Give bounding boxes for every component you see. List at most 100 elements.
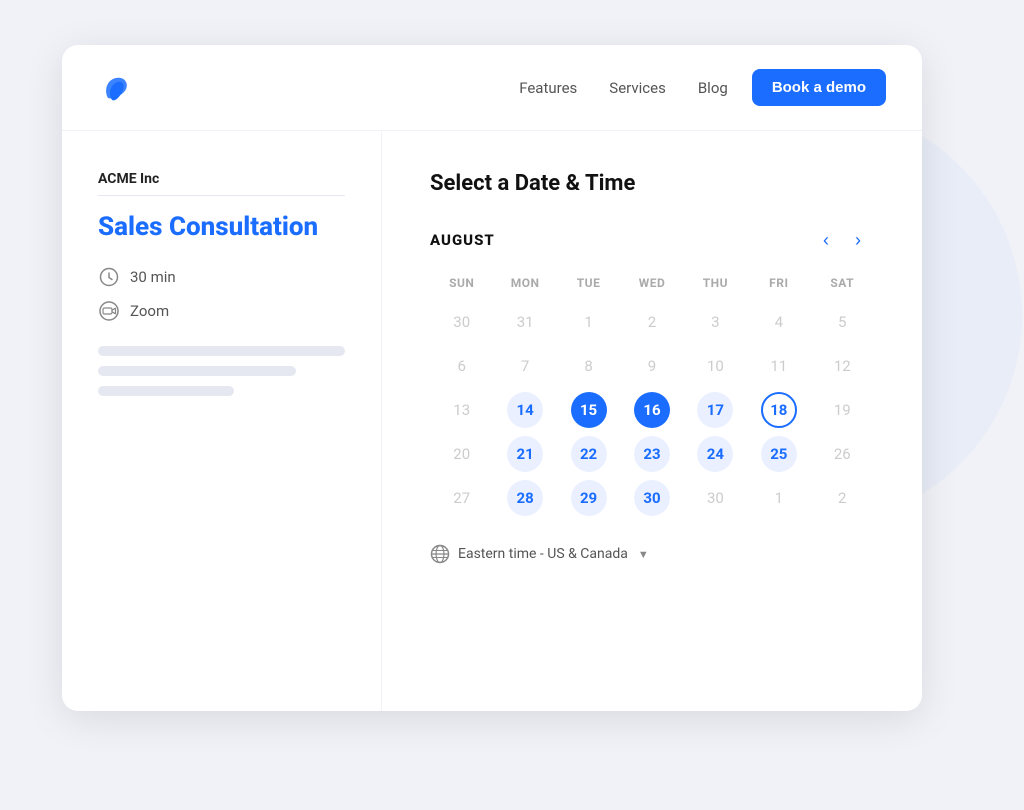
day-30-inactive: 30 — [697, 480, 733, 516]
day-4-inactive: 4 — [761, 304, 797, 340]
next-month-button[interactable]: › — [842, 224, 874, 256]
cal-header-thu: THU — [684, 276, 747, 300]
day-11-inactive: 11 — [761, 348, 797, 384]
day-8-inactive: 8 — [571, 348, 607, 384]
calendar-grid: SUNMONTUEWEDTHUFRISAT 303112345678910111… — [430, 276, 874, 520]
day-6-inactive: 6 — [444, 348, 480, 384]
logo — [98, 70, 134, 106]
cal-cell: 30 — [620, 476, 683, 520]
day-30-available[interactable]: 30 — [634, 480, 670, 516]
cal-cell: 29 — [557, 476, 620, 520]
day-15-selected-solid[interactable]: 15 — [571, 392, 607, 428]
day-24-available[interactable]: 24 — [697, 436, 733, 472]
cal-cell: 19 — [811, 388, 874, 432]
content-area: ACME Inc Sales Consultation 30 min — [62, 131, 922, 711]
platform-row: Zoom — [98, 300, 345, 322]
skeleton-line-1 — [98, 346, 345, 356]
day-12-inactive: 12 — [824, 348, 860, 384]
cal-cell: 1 — [557, 300, 620, 344]
cal-week-2: 13 14 15 16 17 18 19 — [430, 388, 874, 432]
cal-header-sun: SUN — [430, 276, 493, 300]
skeleton-line-3 — [98, 386, 234, 396]
skeleton-line-2 — [98, 366, 296, 376]
cal-cell: 24 — [684, 432, 747, 476]
clock-icon — [98, 266, 120, 288]
cal-header-tue: TUE — [557, 276, 620, 300]
cal-cell: 18 — [747, 388, 810, 432]
cal-cell: 27 — [430, 476, 493, 520]
cal-header-fri: FRI — [747, 276, 810, 300]
cal-cell: 26 — [811, 432, 874, 476]
calendar-header: AUGUST ‹ › — [430, 224, 874, 256]
nav-features[interactable]: Features — [519, 79, 577, 97]
cal-cell: 31 — [493, 300, 556, 344]
nav-services[interactable]: Services — [609, 79, 666, 97]
cal-week-1: 6789 10 11 12 — [430, 344, 874, 388]
cal-cell: 23 — [620, 432, 683, 476]
day-29-available[interactable]: 29 — [571, 480, 607, 516]
panel-title: Select a Date & Time — [430, 171, 874, 196]
cal-cell: 30 — [684, 476, 747, 520]
nav-links: Features Services Blog — [519, 79, 728, 97]
timezone-row[interactable]: Eastern time - US & Canada ▼ — [430, 544, 874, 564]
day-2-other-month: 2 — [824, 480, 860, 516]
cal-cell: 2 — [620, 300, 683, 344]
cal-cell: 2 — [811, 476, 874, 520]
right-panel: Select a Date & Time AUGUST ‹ › SUNMONTU… — [382, 131, 922, 711]
divider — [98, 195, 345, 196]
day-9-inactive: 9 — [634, 348, 670, 384]
cal-cell: 16 — [620, 388, 683, 432]
cal-cell: 17 — [684, 388, 747, 432]
day-17-available[interactable]: 17 — [697, 392, 733, 428]
cal-cell: 14 — [493, 388, 556, 432]
cal-cell: 9 — [620, 344, 683, 388]
cal-cell: 6 — [430, 344, 493, 388]
day-19-inactive: 19 — [824, 392, 860, 428]
day-1-other-month: 1 — [761, 480, 797, 516]
nav-blog[interactable]: Blog — [698, 79, 728, 97]
day-16-selected-solid[interactable]: 16 — [634, 392, 670, 428]
cal-week-0: 30 31 12345 — [430, 300, 874, 344]
cal-cell: 28 — [493, 476, 556, 520]
day-21-available[interactable]: 21 — [507, 436, 543, 472]
zoom-icon — [98, 300, 120, 322]
day-7-inactive: 7 — [507, 348, 543, 384]
cal-header-sat: SAT — [811, 276, 874, 300]
cal-week-3: 20 21 22 23 24 25 26 — [430, 432, 874, 476]
day-25-available[interactable]: 25 — [761, 436, 797, 472]
day-18-selected-outline[interactable]: 18 — [761, 392, 797, 428]
main-card: Features Services Blog Book a demo ACME … — [62, 45, 922, 711]
cal-cell: 11 — [747, 344, 810, 388]
day-1-inactive: 1 — [571, 304, 607, 340]
day-13-inactive: 13 — [444, 392, 480, 428]
day-28-available[interactable]: 28 — [507, 480, 543, 516]
duration-row: 30 min — [98, 266, 345, 288]
book-demo-button[interactable]: Book a demo — [752, 69, 886, 106]
day-2-inactive: 2 — [634, 304, 670, 340]
prev-month-button[interactable]: ‹ — [810, 224, 842, 256]
cal-cell: 7 — [493, 344, 556, 388]
cal-cell: 5 — [811, 300, 874, 344]
day-20-inactive: 20 — [444, 436, 480, 472]
cal-week-4: 27 28 29 30 30 12 — [430, 476, 874, 520]
day-14-available[interactable]: 14 — [507, 392, 543, 428]
day-26-inactive: 26 — [824, 436, 860, 472]
day-23-available[interactable]: 23 — [634, 436, 670, 472]
cal-cell: 25 — [747, 432, 810, 476]
cal-cell: 30 — [430, 300, 493, 344]
event-title: Sales Consultation — [98, 212, 345, 242]
platform-label: Zoom — [130, 302, 169, 320]
cal-header-wed: WED — [620, 276, 683, 300]
skeleton-lines — [98, 346, 345, 396]
navbar: Features Services Blog Book a demo — [62, 45, 922, 131]
day-22-available[interactable]: 22 — [571, 436, 607, 472]
cal-cell: 10 — [684, 344, 747, 388]
day-31-other-month: 31 — [507, 304, 543, 340]
cal-cell: 13 — [430, 388, 493, 432]
cal-cell: 15 — [557, 388, 620, 432]
cal-cell: 3 — [684, 300, 747, 344]
duration-label: 30 min — [130, 268, 176, 286]
cal-cell: 22 — [557, 432, 620, 476]
timezone-label: Eastern time - US & Canada — [458, 546, 628, 562]
cal-cell: 1 — [747, 476, 810, 520]
